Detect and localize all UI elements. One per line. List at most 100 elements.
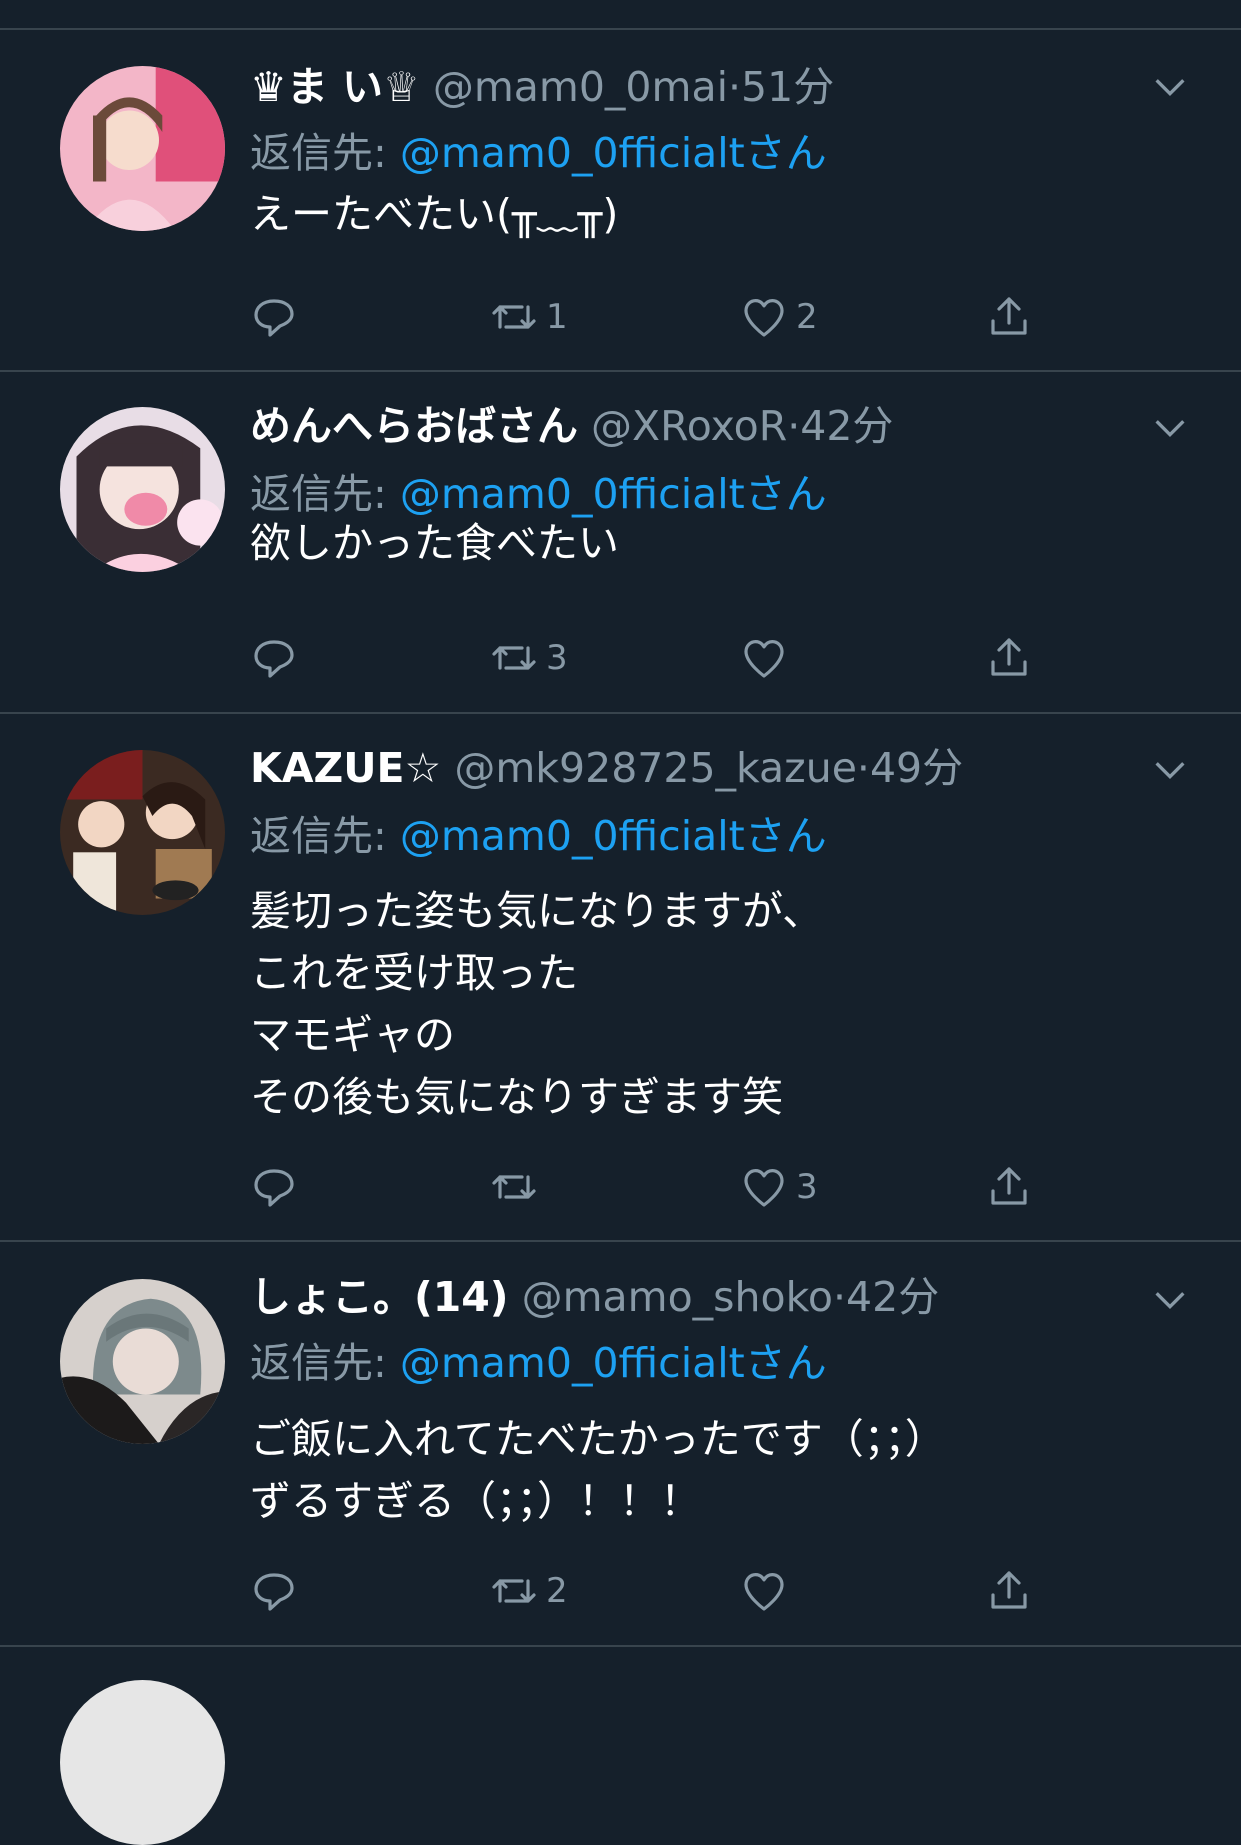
reply-prefix: 返信先: — [250, 812, 400, 860]
retweet-button[interactable]: 1 — [490, 289, 568, 345]
reply-target-link[interactable]: @mam0_0fficialtさん — [400, 1339, 827, 1387]
heart-icon — [744, 1573, 784, 1611]
share-button[interactable] — [985, 1159, 1033, 1215]
reply-button[interactable] — [250, 289, 298, 345]
tweet-2[interactable]: めんへらおばさん @XRoxoR·42分 返信先: @mam0_0fficial… — [0, 372, 1241, 714]
avatar[interactable] — [60, 407, 225, 572]
user-handle[interactable]: @XRoxoR — [591, 402, 787, 450]
like-count: 2 — [796, 297, 818, 337]
separator-dot: · — [832, 1273, 847, 1321]
reply-target-link[interactable]: @mam0_0fficialtさん — [400, 129, 827, 177]
like-button[interactable] — [740, 1563, 796, 1619]
timestamp[interactable]: 51分 — [741, 63, 834, 111]
heart-icon — [744, 640, 784, 678]
tweet-3[interactable]: KAZUE☆ @mk928725_kazue·49分 返信先: @mam0_0f… — [0, 714, 1241, 1242]
reply-icon — [254, 299, 294, 337]
avatar[interactable] — [60, 66, 225, 231]
reply-prefix: 返信先: — [250, 1339, 400, 1387]
reply-button[interactable] — [250, 1159, 298, 1215]
tweet-text: 欲しかった食べたい — [250, 512, 1161, 574]
tweet-header: しょこ。(14) @mamo_shoko·42分 — [250, 1272, 1111, 1322]
tweet-text: 髪切った姿も気になりますが、 これを受け取った マモギャの その後も気になりすぎ… — [250, 880, 1161, 1128]
chevron-down-icon[interactable] — [1150, 67, 1190, 107]
reply-icon — [254, 1169, 294, 1207]
retweet-button[interactable]: 2 — [490, 1563, 568, 1619]
retweet-icon — [492, 305, 536, 329]
tweet-4[interactable]: しょこ。(14) @mamo_shoko·42分 返信先: @mam0_0ffi… — [0, 1242, 1241, 1647]
user-handle[interactable]: @mamo_shoko — [522, 1273, 833, 1321]
tweet-text-line: これを受け取った — [250, 949, 578, 997]
chevron-down-icon[interactable] — [1150, 750, 1190, 790]
reply-prefix: 返信先: — [250, 470, 400, 518]
retweet-count: 1 — [546, 297, 568, 337]
share-button[interactable] — [985, 630, 1033, 686]
reply-icon — [254, 1573, 294, 1611]
timestamp[interactable]: 49分 — [870, 744, 963, 792]
separator-dot: · — [856, 744, 870, 792]
avatar[interactable] — [60, 1279, 225, 1444]
share-button[interactable] — [985, 1563, 1033, 1619]
tweet-header: KAZUE☆ @mk928725_kazue·49分 — [250, 743, 1111, 793]
separator-dot: · — [727, 63, 742, 111]
user-handle[interactable]: @mk928725_kazue — [454, 744, 857, 792]
reply-context: 返信先: @mam0_0fficialtさん — [250, 811, 827, 861]
retweet-icon — [492, 1579, 536, 1603]
like-button[interactable]: 2 — [740, 289, 818, 345]
tweet-actions: 3 — [250, 630, 1050, 686]
avatar[interactable] — [60, 1680, 225, 1845]
avatar-image — [60, 750, 225, 915]
tweet-actions: 2 — [250, 1563, 1050, 1619]
reply-button[interactable] — [250, 1563, 298, 1619]
avatar[interactable] — [60, 750, 225, 915]
tweet-text-line: ご飯に入れてたべたかったです（；；） — [250, 1415, 946, 1463]
share-button[interactable] — [985, 289, 1033, 345]
avatar-image — [60, 407, 225, 572]
tweet-text-line: マモギャの — [250, 1011, 455, 1059]
retweet-button[interactable] — [490, 1159, 546, 1215]
tweet-text-line: ずるすぎる（；；）！！！ — [250, 1477, 701, 1525]
retweet-button[interactable]: 3 — [490, 630, 568, 686]
retweet-count: 3 — [546, 638, 568, 678]
reply-context: 返信先: @mam0_0fficialtさん — [250, 1338, 827, 1388]
display-name[interactable]: ♛ま い♕ — [250, 63, 420, 111]
heart-icon — [744, 299, 784, 337]
display-name[interactable]: KAZUE☆ — [250, 744, 441, 792]
chevron-down-icon[interactable] — [1150, 408, 1190, 448]
retweet-icon — [492, 1175, 536, 1199]
like-button[interactable] — [740, 630, 796, 686]
reply-context: 返信先: @mam0_0fficialtさん — [250, 128, 827, 178]
tweet-text-line: えーたべたい(╥﹏╥) — [250, 190, 619, 238]
tweet-text: ご飯に入れてたべたかったです（；；） ずるすぎる（；；）！！！ — [250, 1408, 1161, 1532]
tweet-header: ♛ま い♕ @mam0_0mai·51分 — [250, 62, 1111, 112]
tweet-text-line: その後も気になりすぎます笑 — [250, 1073, 783, 1121]
separator-dot: · — [787, 402, 801, 450]
reply-prefix: 返信先: — [250, 129, 400, 177]
avatar-image — [60, 1279, 225, 1444]
display-name[interactable]: しょこ。(14) — [250, 1273, 509, 1321]
reply-target-link[interactable]: @mam0_0fficialtさん — [400, 812, 827, 860]
tweet-actions: 1 2 — [250, 289, 1050, 345]
retweet-count: 2 — [546, 1571, 568, 1611]
avatar-image — [60, 1680, 225, 1845]
retweet-icon — [492, 646, 536, 670]
reply-icon — [254, 640, 294, 678]
tweet-text: えーたべたい(╥﹏╥) — [250, 183, 1161, 245]
like-count: 3 — [796, 1167, 818, 1207]
chevron-down-icon[interactable] — [1150, 1280, 1190, 1320]
like-button[interactable]: 3 — [740, 1159, 818, 1215]
tweet-text-line: 髪切った姿も気になりますが、 — [250, 887, 824, 935]
reply-target-link[interactable]: @mam0_0fficialtさん — [400, 470, 827, 518]
avatar-image — [60, 66, 225, 231]
display-name[interactable]: めんへらおばさん — [250, 402, 578, 450]
reply-button[interactable] — [250, 630, 298, 686]
user-handle[interactable]: @mam0_0mai — [433, 63, 728, 111]
timestamp[interactable]: 42分 — [800, 402, 893, 450]
tweet-1[interactable]: ♛ま い♕ @mam0_0mai·51分 返信先: @mam0_0fficial… — [0, 30, 1241, 372]
tweet-header: めんへらおばさん @XRoxoR·42分 — [250, 401, 1111, 451]
share-icon — [991, 1571, 1027, 1609]
tweet-actions: 3 — [250, 1159, 1050, 1215]
timestamp[interactable]: 42分 — [846, 1273, 939, 1321]
heart-icon — [744, 1169, 784, 1207]
share-icon — [991, 638, 1027, 676]
share-icon — [991, 297, 1027, 335]
